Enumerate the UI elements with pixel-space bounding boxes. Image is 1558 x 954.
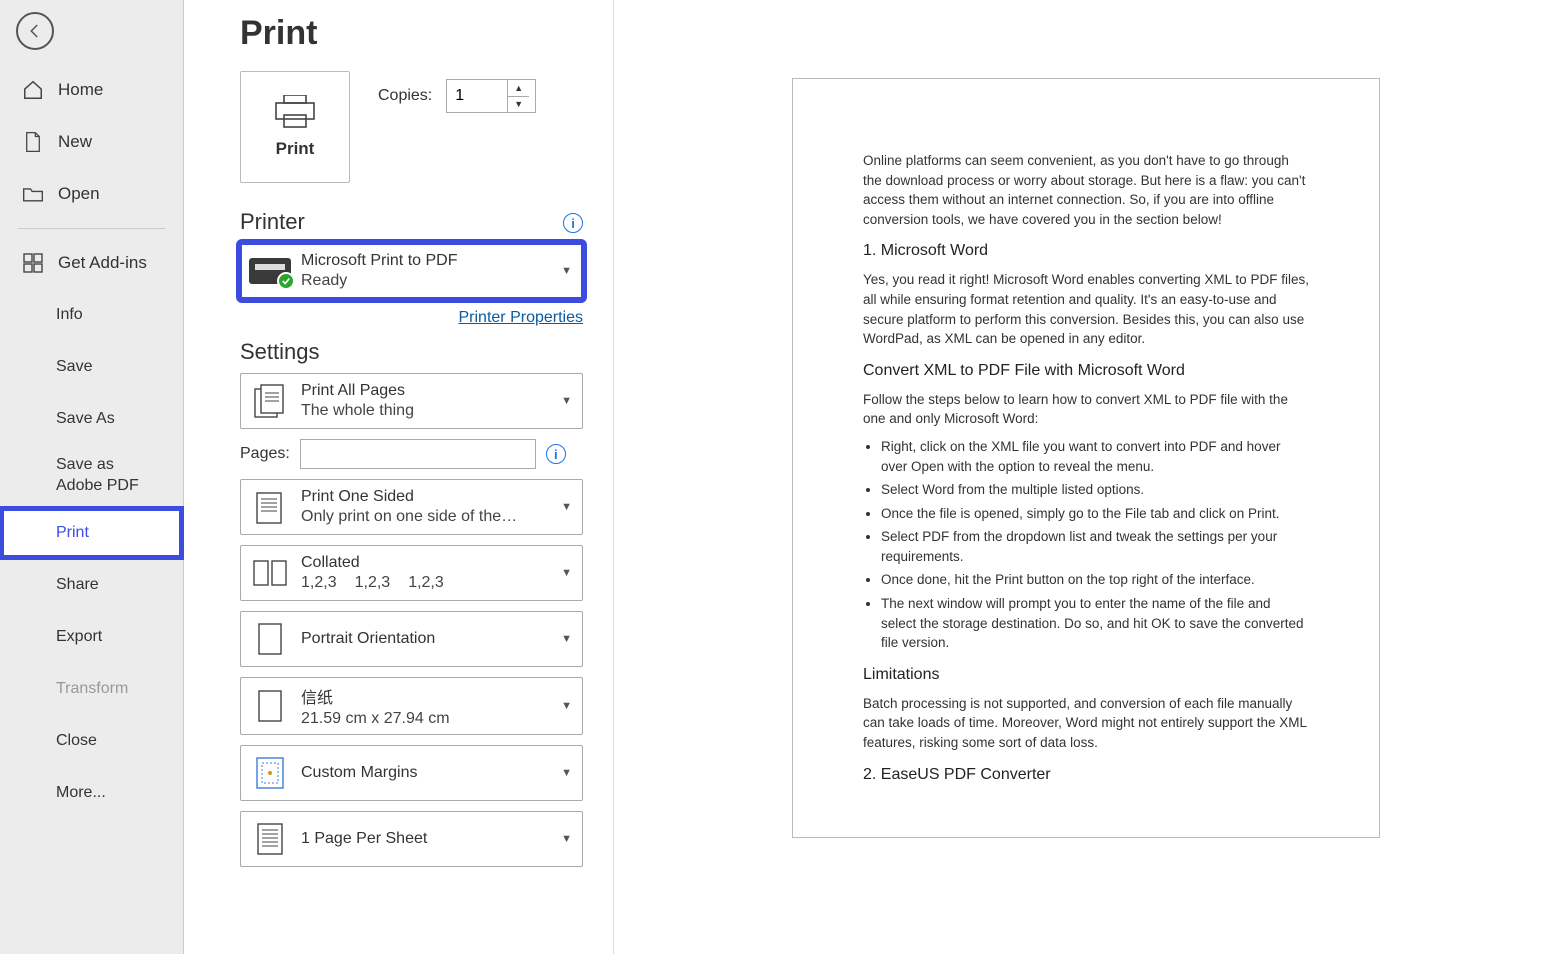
sided-selector[interactable]: Print One Sided Only print on one side o…: [240, 479, 583, 535]
preview-list-item: The next window will prompt you to enter…: [881, 594, 1309, 653]
document-icon: [22, 131, 44, 153]
print-preview-area: Online platforms can seem convenient, as…: [614, 0, 1558, 954]
margins-icon: [249, 752, 291, 794]
preview-heading: Limitations: [863, 663, 1309, 686]
check-icon: [277, 272, 295, 290]
preview-heading: Convert XML to PDF File with Microsoft W…: [863, 359, 1309, 382]
sidebar-item-label: Transform: [56, 680, 128, 698]
sidebar-item-addins[interactable]: Get Add-ins: [0, 237, 183, 289]
print-settings-panel: Print Print Copies: ▲ ▼ Print: [184, 0, 614, 954]
sidebar-item-label: Export: [56, 628, 102, 646]
arrow-left-icon: [26, 22, 44, 40]
sidebar-item-export[interactable]: Export: [0, 611, 183, 663]
sidebar-item-print[interactable]: Print: [0, 507, 183, 559]
sidebar-item-label: More...: [56, 784, 106, 802]
preview-heading: 1. Microsoft Word: [863, 239, 1309, 262]
backstage-sidebar: Home New Open Get Add-ins Info Save Save…: [0, 0, 184, 954]
copies-spinner[interactable]: ▲ ▼: [446, 79, 536, 113]
sidebar-item-saveas[interactable]: Save As: [0, 393, 183, 445]
chevron-down-icon: ▼: [557, 395, 576, 407]
printer-info-icon[interactable]: i: [563, 213, 583, 233]
sidebar-item-close[interactable]: Close: [0, 715, 183, 767]
printer-status-icon: [249, 258, 291, 284]
printer-selector[interactable]: Microsoft Print to PDF Ready ▼: [240, 243, 583, 299]
settings-section-title: Settings: [240, 339, 583, 365]
preview-page: Online platforms can seem convenient, as…: [792, 78, 1380, 838]
home-icon: [22, 79, 44, 101]
pages-info-icon[interactable]: i: [546, 444, 566, 464]
sidebar-item-label: Home: [58, 80, 103, 100]
sidebar-item-label: Save As: [56, 410, 115, 428]
copies-down[interactable]: ▼: [508, 97, 529, 113]
print-button-label: Print: [276, 139, 315, 159]
collate-selector[interactable]: Collated 1,2,31,2,31,2,3 ▼: [240, 545, 583, 601]
sidebar-item-label: Open: [58, 184, 100, 204]
printer-name: Microsoft Print to PDF: [301, 252, 547, 270]
preview-heading: 2. EaseUS PDF Converter: [863, 763, 1309, 786]
chevron-down-icon: ▼: [557, 633, 576, 645]
sidebar-item-label: New: [58, 132, 92, 152]
collate-icon: [249, 552, 291, 594]
preview-list-item: Select Word from the multiple listed opt…: [881, 480, 1309, 500]
sidebar-item-save-adobe-pdf[interactable]: Save as Adobe PDF: [0, 445, 183, 507]
preview-list: Right, click on the XML file you want to…: [863, 437, 1309, 653]
preview-list-item: Once done, hit the Print button on the t…: [881, 570, 1309, 590]
copies-input[interactable]: [447, 80, 507, 112]
printer-properties-link[interactable]: Printer Properties: [459, 309, 584, 326]
sidebar-item-open[interactable]: Open: [0, 168, 183, 220]
main-area: Print Print Copies: ▲ ▼ Print: [184, 0, 1558, 954]
preview-text: Online platforms can seem convenient, as…: [863, 151, 1309, 229]
sidebar-item-new[interactable]: New: [0, 116, 183, 168]
sidebar-item-info[interactable]: Info: [0, 289, 183, 341]
orientation-selector[interactable]: Portrait Orientation ▼: [240, 611, 583, 667]
printer-icon: [274, 95, 316, 129]
preview-text: Yes, you read it right! Microsoft Word e…: [863, 270, 1309, 348]
margins-selector[interactable]: Custom Margins ▼: [240, 745, 583, 801]
folder-open-icon: [22, 183, 44, 205]
nav-divider: [18, 228, 165, 229]
pages-per-sheet-icon: [249, 818, 291, 860]
printer-status: Ready: [301, 272, 547, 290]
portrait-icon: [249, 618, 291, 660]
page-title: Print: [240, 14, 583, 53]
sidebar-item-home[interactable]: Home: [0, 64, 183, 116]
pages-icon: [249, 380, 291, 422]
sidebar-item-share[interactable]: Share: [0, 559, 183, 611]
preview-text: Follow the steps below to learn how to c…: [863, 390, 1309, 429]
sidebar-item-more[interactable]: More...: [0, 767, 183, 819]
sidebar-item-label: Print: [56, 524, 89, 542]
chevron-down-icon: ▼: [557, 833, 576, 845]
sidebar-item-label: Save: [56, 358, 92, 376]
preview-list-item: Right, click on the XML file you want to…: [881, 437, 1309, 476]
chevron-down-icon: ▼: [557, 567, 576, 579]
sidebar-item-label: Info: [56, 306, 83, 324]
sidebar-item-save[interactable]: Save: [0, 341, 183, 393]
addins-icon: [22, 252, 44, 274]
preview-list-item: Once the file is opened, simply go to th…: [881, 504, 1309, 524]
sidebar-item-label: Share: [56, 576, 99, 594]
back-button[interactable]: [16, 12, 54, 50]
pages-per-sheet-selector[interactable]: 1 Page Per Sheet ▼: [240, 811, 583, 867]
print-button[interactable]: Print: [240, 71, 350, 183]
paper-icon: [249, 685, 291, 727]
copies-label: Copies:: [378, 87, 432, 105]
paper-size-selector[interactable]: 信纸 21.59 cm x 27.94 cm ▼: [240, 677, 583, 735]
chevron-down-icon: ▼: [557, 265, 576, 277]
one-sided-icon: [249, 486, 291, 528]
printer-section-title: Printer: [240, 209, 305, 235]
preview-text: Batch processing is not supported, and c…: [863, 694, 1309, 753]
print-range-selector[interactable]: Print All Pages The whole thing ▼: [240, 373, 583, 429]
sidebar-item-label: Get Add-ins: [58, 253, 147, 273]
copies-up[interactable]: ▲: [508, 80, 529, 97]
pages-label: Pages:: [240, 445, 290, 463]
sidebar-item-label: Close: [56, 732, 97, 750]
preview-list-item: Select PDF from the dropdown list and tw…: [881, 527, 1309, 566]
chevron-down-icon: ▼: [557, 501, 576, 513]
sidebar-item-transform[interactable]: Transform: [0, 663, 183, 715]
chevron-down-icon: ▼: [557, 700, 576, 712]
sidebar-item-label: Save as Adobe PDF: [56, 455, 161, 497]
pages-input[interactable]: [300, 439, 536, 469]
chevron-down-icon: ▼: [557, 767, 576, 779]
